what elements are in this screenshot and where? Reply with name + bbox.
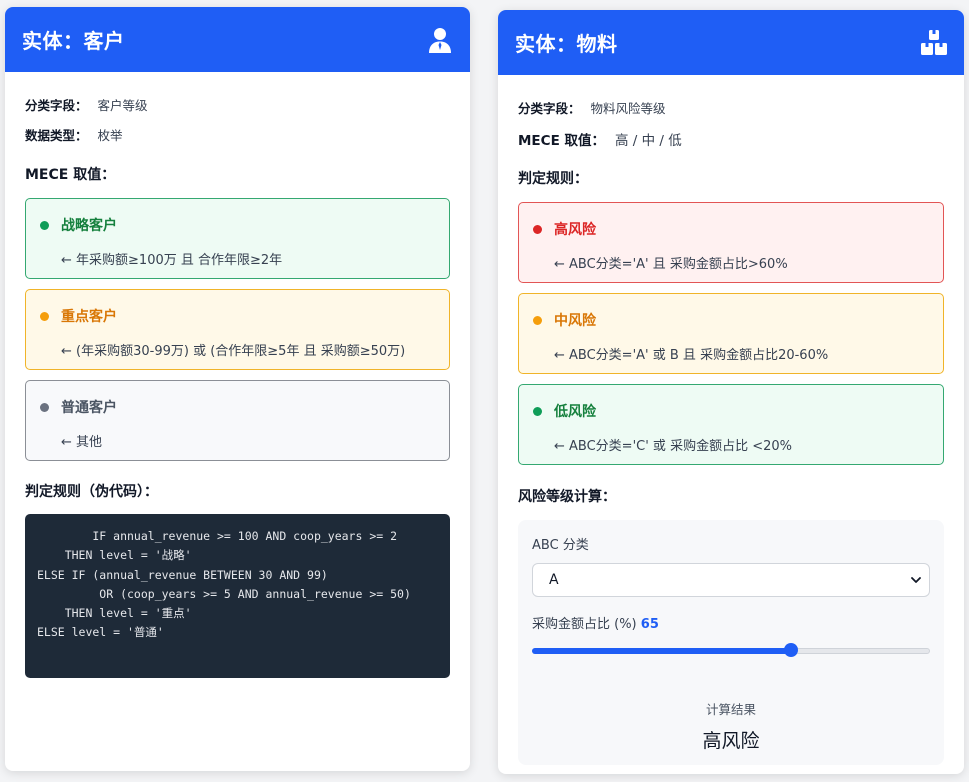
customer-field-label: 分类字段：: [25, 98, 88, 113]
option-title: 高风险: [554, 222, 596, 238]
result-label: 计算结果: [705, 702, 756, 717]
option-low-risk: 低风险 ← ABC分类='C' 或 采购金额占比 <20%: [518, 384, 944, 465]
customer-card-title: 实体：客户: [22, 29, 125, 53]
ratio-label: 采购金额占比 (%): [532, 617, 637, 632]
customer-field-row: 分类字段： 客户等级: [25, 95, 450, 114]
option-rule: ← ABC分类='C' 或 采购金额占比 <20%: [554, 439, 792, 454]
material-mece-row: MECE 取值： 高 / 中 / 低: [518, 129, 944, 149]
option-title: 战略客户: [61, 218, 117, 234]
material-mece-label: MECE 取值：: [518, 133, 605, 149]
ratio-slider[interactable]: [532, 643, 930, 657]
user-icon: [429, 27, 451, 53]
material-field-label: 分类字段：: [518, 101, 581, 116]
option-title: 低风险: [554, 404, 596, 420]
material-card: 实体：物料 分类字段： 物料风险等级 MECE 取值： 高 / 中 / 低 判定…: [498, 10, 964, 774]
customer-card-header: 实体：客户: [5, 7, 470, 72]
customer-rules-title: 判定规则（伪代码）：: [25, 484, 158, 500]
customer-type-label: 数据类型：: [25, 128, 88, 143]
status-dot: [40, 220, 49, 230]
material-mece-value: 高 / 中 / 低: [615, 133, 682, 149]
option-key-customer: 重点客户 ← (年采购额30-99万) 或 (合作年限≥5年 且 采购额≥50万…: [25, 289, 450, 370]
material-calc-title: 风险等级计算：: [518, 489, 616, 505]
option-rule: ← 年采购额≥100万 且 合作年限≥2年: [61, 253, 283, 268]
calc-result: 计算结果 高风险: [532, 699, 930, 753]
customer-type-value: 枚举: [97, 128, 123, 143]
boxes-icon: [921, 29, 947, 55]
option-normal-customer: 普通客户 ← 其他: [25, 380, 450, 461]
option-rule: ← ABC分类='A' 且 采购金额占比>60%: [554, 257, 788, 272]
option-title: 中风险: [554, 313, 596, 329]
option-medium-risk: 中风险 ← ABC分类='A' 或 B 且 采购金额占比20-60%: [518, 293, 944, 374]
abc-select-value: A: [549, 572, 559, 588]
customer-card: 实体：客户 分类字段： 客户等级 数据类型： 枚举 MECE 取值： 战略客户 …: [5, 7, 470, 771]
customer-field-value: 客户等级: [97, 98, 148, 113]
status-dot: [533, 224, 542, 234]
option-strategic-customer: 战略客户 ← 年采购额≥100万 且 合作年限≥2年: [25, 198, 450, 279]
ratio-label-row: 采购金额占比 (%) 65: [532, 613, 930, 632]
abc-label: ABC 分类: [532, 538, 589, 553]
chevron-down-icon: [911, 577, 921, 583]
material-field-value: 物料风险等级: [590, 101, 666, 116]
option-high-risk: 高风险 ← ABC分类='A' 且 采购金额占比>60%: [518, 202, 944, 283]
ratio-value: 65: [640, 617, 659, 632]
status-dot: [533, 406, 542, 416]
slider-fill: [532, 648, 791, 654]
risk-calculator: ABC 分类 A 采购金额占比 (%) 65 计算结果 高风险: [518, 520, 944, 765]
option-rule: ← ABC分类='A' 或 B 且 采购金额占比20-60%: [554, 348, 829, 363]
pseudocode-block: IF annual_revenue >= 100 AND coop_years …: [25, 514, 450, 678]
material-field-row: 分类字段： 物料风险等级: [518, 98, 944, 117]
material-rules-title: 判定规则：: [518, 171, 588, 187]
material-card-title: 实体：物料: [515, 32, 618, 56]
customer-mece-title: MECE 取值：: [25, 167, 116, 183]
result-value: 高风险: [702, 730, 760, 752]
status-dot: [40, 402, 49, 412]
option-rule: ← (年采购额30-99万) 或 (合作年限≥5年 且 采购额≥50万): [61, 344, 406, 359]
abc-select[interactable]: A: [532, 563, 930, 597]
option-title: 普通客户: [61, 400, 117, 416]
option-title: 重点客户: [61, 309, 117, 325]
customer-type-row: 数据类型： 枚举: [25, 125, 450, 144]
slider-thumb[interactable]: [783, 643, 798, 657]
option-rule: ← 其他: [61, 435, 103, 450]
status-dot: [533, 315, 542, 325]
status-dot: [40, 311, 49, 321]
material-card-header: 实体：物料: [498, 10, 964, 75]
